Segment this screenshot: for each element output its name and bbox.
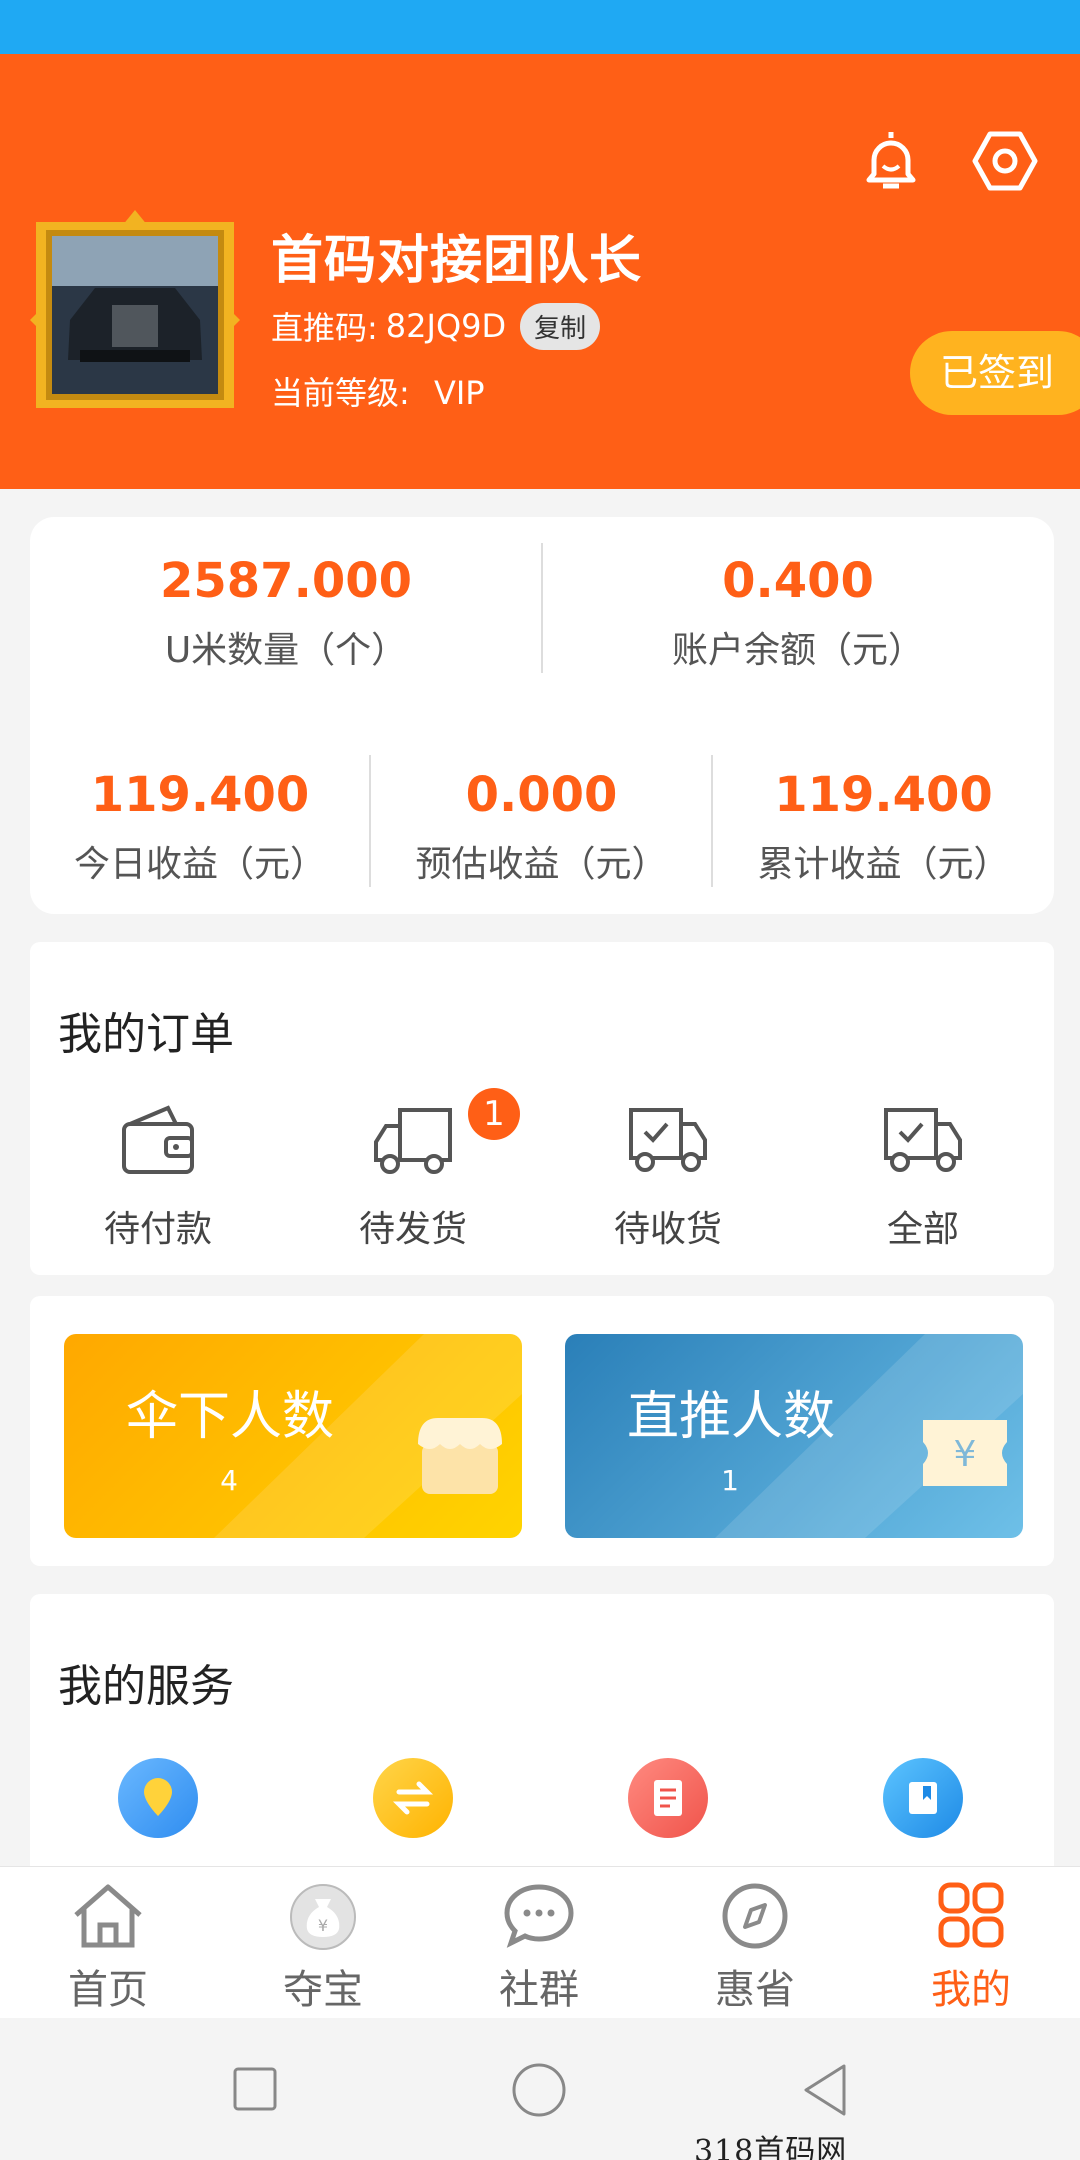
chat-bubble-icon xyxy=(504,1884,574,1948)
tab-label: 我的 xyxy=(931,1967,1011,2013)
order-label: 待收货 xyxy=(613,1209,722,1250)
order-label: 待付款 xyxy=(103,1209,212,1250)
total-income-label: 累计收益（元） xyxy=(757,844,1010,885)
referral-code: 82JQ9D xyxy=(385,307,507,345)
back-icon[interactable] xyxy=(800,2062,850,2118)
level-row: 当前等级: VIP xyxy=(271,368,485,414)
location-pin-icon[interactable] xyxy=(118,1758,198,1838)
svg-text:¥: ¥ xyxy=(954,1434,977,1475)
recent-apps-icon[interactable] xyxy=(232,2066,278,2112)
u-rice-value: 2587.000 xyxy=(159,553,413,609)
compass-icon xyxy=(722,1883,788,1949)
level-label: 当前等级: xyxy=(271,374,410,412)
truck-check-icon xyxy=(884,1108,962,1172)
shop-icon xyxy=(418,1418,502,1494)
truck-icon xyxy=(374,1108,452,1174)
pending-shipment-badge: 1 xyxy=(468,1088,520,1140)
watermark: 318首码网 www.e318.com xyxy=(694,2134,848,2160)
order-label: 待发货 xyxy=(358,1209,467,1250)
tab-label: 首页 xyxy=(68,1967,148,2013)
tab-mine[interactable]: 我的 xyxy=(891,1867,1051,2015)
direct-referral-count-title: 直推人数 xyxy=(627,1387,836,1447)
order-label: 全部 xyxy=(886,1209,959,1250)
orders-title: 我的订单 xyxy=(58,1009,234,1060)
ticket-icon: ¥ xyxy=(923,1420,1007,1486)
downline-count-value: 4 xyxy=(220,1464,238,1497)
svg-text:¥: ¥ xyxy=(318,1916,328,1935)
avatar[interactable] xyxy=(30,210,240,415)
sign-in-button[interactable]: 已签到 xyxy=(910,331,1080,415)
tab-home[interactable]: 首页 xyxy=(28,1867,188,2015)
tab-treasure[interactable]: ¥ 夺宝 xyxy=(243,1867,403,2015)
username: 首码对接团队长 xyxy=(271,231,643,291)
tab-label: 惠省 xyxy=(715,1967,795,2013)
services-card: 我的服务 xyxy=(30,1594,1054,1894)
today-income-label: 今日收益（元） xyxy=(73,844,326,885)
status-bar xyxy=(0,0,1080,54)
stats-card: 2587.000 U米数量（个） 0.400 账户余额（元） 119.400 今… xyxy=(30,517,1054,914)
grid-icon xyxy=(938,1882,1004,1948)
home-icon xyxy=(74,1884,142,1948)
document-icon[interactable] xyxy=(628,1758,708,1838)
downline-count-title: 伞下人数 xyxy=(126,1387,335,1447)
tab-label: 夺宝 xyxy=(283,1967,363,2013)
balance-label: 账户余额（元） xyxy=(671,630,924,671)
order-pending-receipt[interactable]: 待收货 xyxy=(568,1102,768,1252)
estimated-income-value: 0.000 xyxy=(465,767,618,823)
bell-icon[interactable] xyxy=(856,126,926,196)
tab-community[interactable]: 社群 xyxy=(459,1867,619,2015)
direct-referral-count-card[interactable]: 直推人数 1 ¥ xyxy=(565,1334,1023,1538)
bookmark-icon[interactable] xyxy=(883,1758,963,1838)
truck-check-icon xyxy=(629,1108,707,1172)
bottom-tab-bar: 首页 ¥ 夺宝 社群 惠省 我的 xyxy=(0,1866,1080,2018)
services-title: 我的服务 xyxy=(58,1661,234,1712)
u-rice-label: U米数量（个） xyxy=(164,630,408,671)
home-button-icon[interactable] xyxy=(511,2062,567,2118)
level-value: VIP xyxy=(433,374,485,412)
balance-value: 0.400 xyxy=(722,553,874,609)
total-income-value: 119.400 xyxy=(774,767,993,823)
tab-label: 社群 xyxy=(499,1967,579,2013)
order-pending-payment[interactable]: 待付款 xyxy=(58,1102,258,1252)
estimated-income-label: 预估收益（元） xyxy=(415,844,668,885)
settings-icon[interactable] xyxy=(970,126,1040,196)
money-bag-icon: ¥ xyxy=(290,1884,356,1950)
downline-count-card[interactable]: 伞下人数 4 xyxy=(64,1334,522,1538)
copy-button[interactable]: 复制 xyxy=(520,302,601,350)
exchange-icon[interactable] xyxy=(373,1758,453,1838)
referral-label: 直推码: xyxy=(271,309,378,347)
direct-referral-count-value: 1 xyxy=(721,1464,739,1497)
today-income-value: 119.400 xyxy=(90,767,310,823)
tab-savings[interactable]: 惠省 xyxy=(675,1867,835,2015)
wallet-icon xyxy=(122,1105,194,1174)
referral-row: 直推码: 82JQ9D 复制 xyxy=(271,302,601,350)
order-all[interactable]: 全部 xyxy=(823,1102,1023,1252)
